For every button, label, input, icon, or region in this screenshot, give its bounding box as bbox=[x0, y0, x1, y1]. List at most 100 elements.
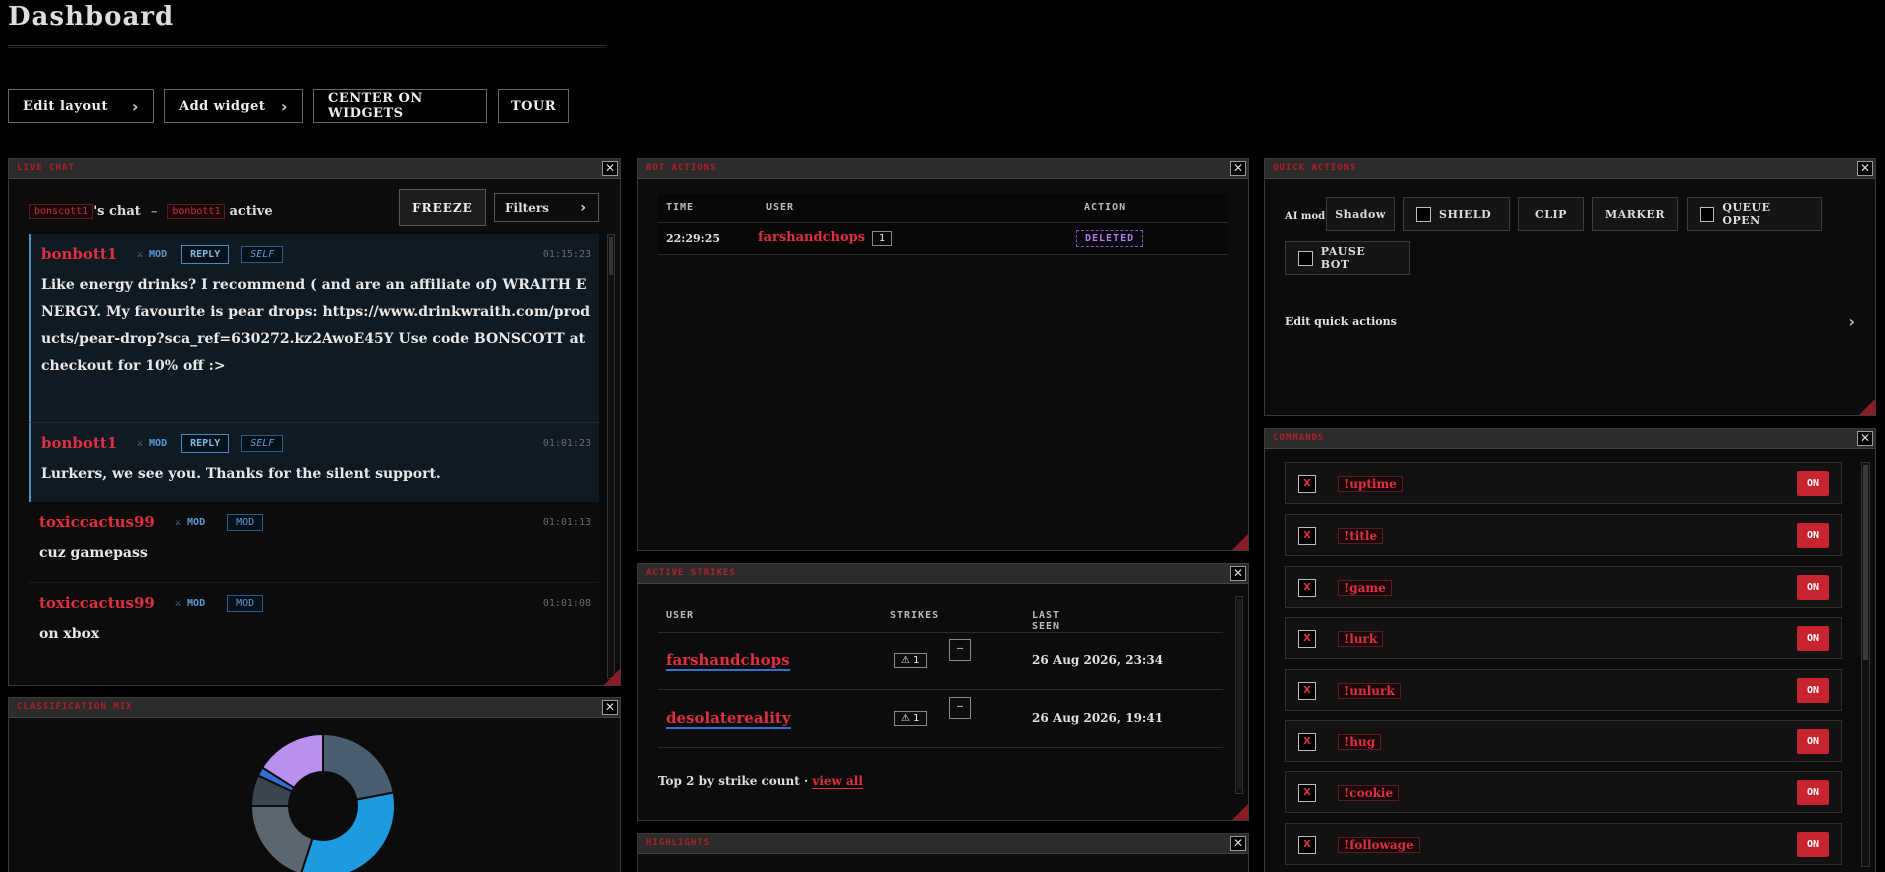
resize-handle[interactable] bbox=[1232, 804, 1248, 820]
message-username[interactable]: bonbott1 bbox=[41, 434, 137, 452]
quick-actions-widget: QUICK ACTIONS ✕ AI mod Shadow SHIELD CLI… bbox=[1264, 158, 1876, 416]
chat-scrollbar[interactable] bbox=[607, 234, 615, 679]
marker-button[interactable]: MARKER bbox=[1592, 197, 1678, 231]
remove-strike-button[interactable]: — bbox=[949, 639, 971, 661]
widget-title: COMMANDS bbox=[1273, 433, 1325, 443]
delete-command-icon[interactable]: X bbox=[1298, 579, 1316, 597]
shield-toggle[interactable]: SHIELD bbox=[1403, 197, 1510, 231]
edit-quick-actions-row[interactable]: Edit quick actions › bbox=[1285, 309, 1855, 333]
delete-command-icon[interactable]: X bbox=[1298, 475, 1316, 493]
col-last-seen: LAST SEEN bbox=[1032, 610, 1061, 632]
center-on-widgets-button[interactable]: CENTER ON WIDGETS bbox=[313, 89, 487, 123]
widget-header[interactable]: CLASSIFICATION MIX ✕ bbox=[9, 698, 620, 718]
command-toggle[interactable]: ON bbox=[1797, 471, 1829, 496]
chat-message: toxiccactus99 ⚔ MOD MOD 01:01:08 on xbox bbox=[29, 583, 599, 664]
close-icon[interactable]: ✕ bbox=[602, 700, 618, 715]
command-name[interactable]: !lurk bbox=[1338, 631, 1384, 647]
pause-bot-toggle[interactable]: PAUSE BOT bbox=[1285, 241, 1410, 275]
checkbox[interactable] bbox=[1298, 250, 1313, 266]
command-toggle[interactable]: ON bbox=[1797, 523, 1829, 548]
donut-slice-1[interactable] bbox=[300, 791, 396, 872]
commands-widget: COMMANDS ✕ X !uptime ON X !title ON X !g… bbox=[1264, 428, 1876, 872]
reply-button[interactable]: REPLY bbox=[181, 244, 230, 264]
filters-button[interactable]: Filters › bbox=[494, 193, 599, 222]
command-name[interactable]: !followage bbox=[1338, 837, 1420, 853]
resize-handle[interactable] bbox=[1232, 534, 1248, 550]
command-toggle[interactable]: ON bbox=[1797, 780, 1829, 805]
scrollbar-thumb[interactable] bbox=[1863, 465, 1868, 660]
strikes-scrollbar[interactable] bbox=[1235, 596, 1243, 794]
clip-button[interactable]: CLIP bbox=[1518, 197, 1584, 231]
widget-header[interactable]: HIGHLIGHTS ✕ bbox=[638, 834, 1248, 854]
close-icon[interactable]: ✕ bbox=[1230, 836, 1246, 851]
queue-open-toggle[interactable]: QUEUE OPEN bbox=[1687, 197, 1822, 231]
edit-layout-button[interactable]: Edit layout › bbox=[8, 89, 154, 123]
delete-command-icon[interactable]: X bbox=[1298, 630, 1316, 648]
widget-header[interactable]: QUICK ACTIONS ✕ bbox=[1265, 159, 1875, 179]
command-row: X !unlurk ON bbox=[1285, 669, 1842, 711]
close-icon[interactable]: ✕ bbox=[602, 161, 618, 176]
tour-button[interactable]: TOUR bbox=[498, 89, 569, 123]
active-label: active bbox=[229, 203, 273, 219]
delete-command-icon[interactable]: X bbox=[1298, 733, 1316, 751]
command-toggle[interactable]: ON bbox=[1797, 575, 1829, 600]
close-icon[interactable]: ✕ bbox=[1857, 161, 1873, 176]
command-toggle[interactable]: ON bbox=[1797, 678, 1829, 703]
message-text: Lurkers, we see you. Thanks for the sile… bbox=[41, 466, 441, 482]
delete-command-icon[interactable]: X bbox=[1298, 836, 1316, 854]
command-name[interactable]: !uptime bbox=[1338, 476, 1403, 492]
delete-command-icon[interactable]: X bbox=[1298, 527, 1316, 545]
message-text: on xbox bbox=[39, 626, 100, 642]
command-name[interactable]: !hug bbox=[1338, 734, 1382, 750]
col-action: ACTION bbox=[1084, 202, 1127, 213]
freeze-button[interactable]: FREEZE bbox=[399, 189, 486, 226]
message-username[interactable]: toxiccactus99 bbox=[39, 594, 175, 612]
message-text: cuz gamepass bbox=[39, 545, 148, 561]
row-user[interactable]: farshandchops bbox=[758, 230, 865, 245]
dashboard-page: Dashboard Edit layout › Add widget › CEN… bbox=[0, 0, 1885, 872]
widget-header[interactable]: BOT ACTIONS ✕ bbox=[638, 159, 1248, 179]
message-username[interactable]: toxiccactus99 bbox=[39, 513, 175, 531]
scrollbar-thumb[interactable] bbox=[609, 237, 613, 275]
delete-command-icon[interactable]: X bbox=[1298, 682, 1316, 700]
chat-message-list[interactable]: bonbott1 ⚔ MOD REPLY SELF 01:15:23 Like … bbox=[29, 234, 599, 679]
command-name[interactable]: !game bbox=[1338, 580, 1392, 596]
widget-header[interactable]: COMMANDS ✕ bbox=[1265, 429, 1875, 449]
command-name[interactable]: !cookie bbox=[1338, 785, 1400, 801]
queue-open-label: QUEUE OPEN bbox=[1722, 201, 1771, 227]
close-icon[interactable]: ✕ bbox=[1230, 566, 1246, 581]
widget-header[interactable]: LIVE CHAT ✕ bbox=[9, 159, 620, 179]
row-user[interactable]: farshandchops bbox=[666, 651, 790, 671]
donut-slice-0[interactable] bbox=[322, 732, 395, 801]
col-user: USER bbox=[666, 610, 695, 621]
command-name[interactable]: !unlurk bbox=[1338, 683, 1401, 699]
resize-handle[interactable] bbox=[1859, 399, 1875, 415]
close-icon[interactable]: ✕ bbox=[1857, 431, 1873, 446]
remove-strike-button[interactable]: — bbox=[949, 697, 971, 719]
shadow-button[interactable]: Shadow bbox=[1326, 197, 1395, 231]
widget-header[interactable]: ACTIVE STRIKES ✕ bbox=[638, 564, 1248, 584]
message-time: 01:01:08 bbox=[542, 597, 591, 609]
mod-badge: ⚔ MOD bbox=[137, 248, 168, 260]
checkbox[interactable] bbox=[1700, 206, 1715, 222]
checkbox[interactable] bbox=[1416, 206, 1431, 222]
command-row: X !title ON bbox=[1285, 514, 1842, 556]
bot-tag: bonbott1 bbox=[167, 203, 226, 219]
view-all-link[interactable]: view all bbox=[812, 774, 863, 789]
close-icon[interactable]: ✕ bbox=[1230, 161, 1246, 176]
resize-handle[interactable] bbox=[604, 669, 620, 685]
message-username[interactable]: bonbott1 bbox=[41, 245, 137, 263]
add-widget-button[interactable]: Add widget › bbox=[164, 89, 303, 123]
delete-command-icon[interactable]: X bbox=[1298, 784, 1316, 802]
reply-button[interactable]: REPLY bbox=[181, 433, 230, 453]
commands-scrollbar[interactable] bbox=[1861, 462, 1870, 867]
row-user[interactable]: desolatereality bbox=[666, 709, 791, 729]
table-row: desolatereality ⚠ 1 — 26 Aug 2026, 19:41 bbox=[658, 691, 1223, 748]
command-toggle[interactable]: ON bbox=[1797, 729, 1829, 754]
command-toggle[interactable]: ON bbox=[1797, 626, 1829, 651]
command-toggle[interactable]: ON bbox=[1797, 832, 1829, 857]
command-name[interactable]: !title bbox=[1338, 528, 1384, 544]
row-time: 22:29:25 bbox=[666, 232, 721, 245]
donut-slice-2[interactable] bbox=[249, 805, 314, 872]
scrollbar-thumb[interactable] bbox=[1237, 599, 1241, 789]
